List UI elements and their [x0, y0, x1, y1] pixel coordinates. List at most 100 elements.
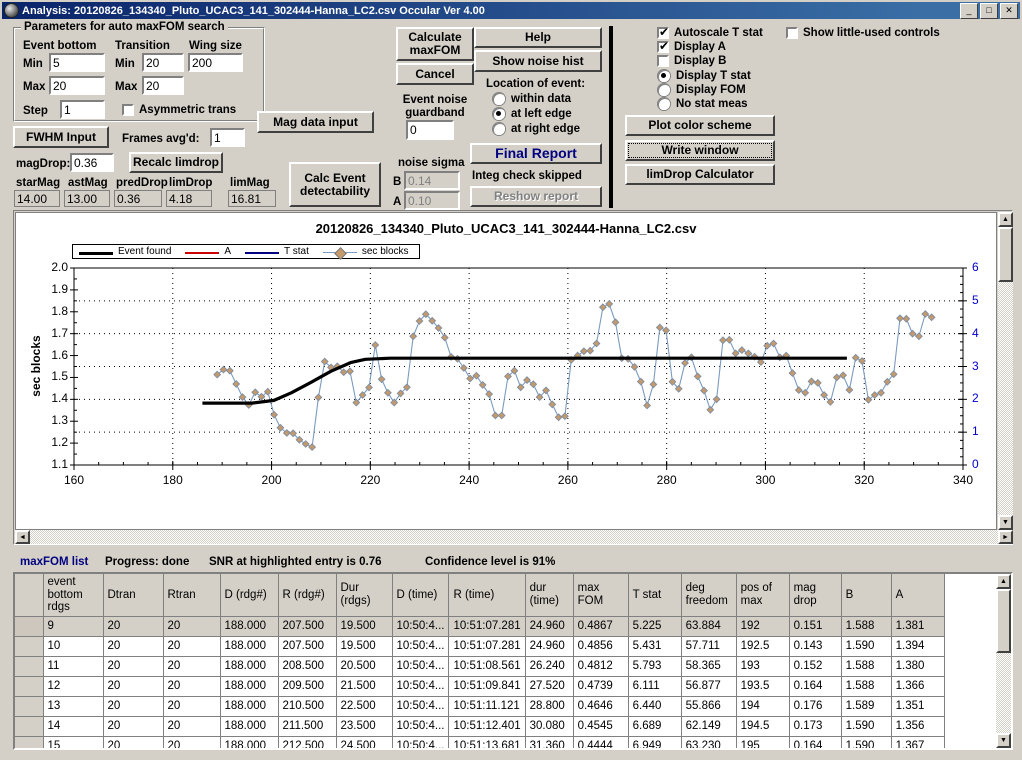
table-cell[interactable]: 10 — [43, 636, 104, 657]
table-cell[interactable]: 188.000 — [220, 736, 279, 748]
table-cell[interactable]: 11 — [43, 656, 104, 677]
table-cell[interactable]: 0.4856 — [573, 636, 629, 657]
table-cell[interactable]: 1.590 — [841, 716, 892, 737]
table-cell[interactable]: 22.500 — [336, 696, 393, 717]
table-cell[interactable]: 58.365 — [681, 656, 737, 677]
table-vscroll-thumb[interactable] — [996, 589, 1011, 653]
table-cell[interactable]: 10:51:07.281 — [448, 616, 526, 637]
help-button[interactable]: Help — [474, 27, 602, 48]
table-cell[interactable]: 209.500 — [278, 676, 337, 697]
table-cell[interactable]: 13 — [43, 696, 104, 717]
table-cell[interactable]: 5.431 — [628, 636, 682, 657]
table-cell[interactable]: 24.500 — [336, 736, 393, 748]
reshow-report-button[interactable]: Reshow report — [470, 186, 602, 207]
table-column-header[interactable]: Dur (rdgs) — [336, 574, 393, 617]
table-cell[interactable]: 193 — [736, 656, 790, 677]
table-cell[interactable]: 5.793 — [628, 656, 682, 677]
table-cell[interactable]: 1.380 — [891, 656, 945, 677]
event-bottom-min-input[interactable]: 5 — [49, 53, 105, 72]
table-row[interactable]: 9 20 20 188.000 207.500 19.500 10:50:4... 10:51… — [15, 616, 945, 637]
table-cell[interactable]: 56.877 — [681, 676, 737, 697]
table-cell[interactable]: 20 — [163, 736, 221, 748]
show-little-used-controls-checkbox[interactable]: Show little-used controls — [786, 27, 940, 39]
table-cell[interactable]: 10:50:4... — [392, 716, 450, 737]
table-row[interactable]: 15 20 20 188.000 212.500 24.500 10:50:4... 10:5… — [15, 736, 945, 748]
event-noise-guardband-input[interactable]: 0 — [406, 120, 454, 140]
table-cell[interactable]: 15 — [43, 736, 104, 748]
table-cell[interactable]: 1.394 — [891, 636, 945, 657]
table-cell[interactable]: 207.500 — [278, 636, 337, 657]
fwhm-input-button[interactable]: FWHM Input — [13, 126, 109, 148]
table-cell[interactable]: 21.500 — [336, 676, 393, 697]
table-cell[interactable]: 24.960 — [525, 616, 574, 637]
table-cell[interactable]: 10:51:11.121 — [448, 696, 526, 717]
table-row[interactable]: 14 20 20 188.000 211.500 23.500 10:50:4... 10:5… — [15, 716, 945, 737]
mag-data-input-button[interactable]: Mag data input — [257, 111, 374, 133]
table-cell[interactable]: 210.500 — [278, 696, 337, 717]
table-cell[interactable]: 20 — [163, 676, 221, 697]
table-cell[interactable]: 0.151 — [789, 616, 842, 637]
table-cell[interactable]: 27.520 — [525, 676, 574, 697]
table-column-header[interactable]: R (rdg#) — [278, 574, 337, 617]
table-cell[interactable]: 192.5 — [736, 636, 790, 657]
table-cell[interactable]: 26.240 — [525, 656, 574, 677]
recalc-limdrop-button[interactable]: Recalc limdrop — [129, 152, 223, 173]
table-cell[interactable]: 20 — [103, 716, 164, 737]
table-cell[interactable]: 188.000 — [220, 716, 279, 737]
table-cell[interactable]: 20 — [163, 616, 221, 637]
table-cell[interactable]: 0.4812 — [573, 656, 629, 677]
table-cell[interactable]: 195 — [736, 736, 790, 748]
table-cell[interactable]: 62.149 — [681, 716, 737, 737]
table-cell[interactable]: 20 — [163, 716, 221, 737]
table-cell[interactable]: 0.176 — [789, 696, 842, 717]
table-cell[interactable]: 188.000 — [220, 616, 279, 637]
table-cell[interactable]: 20 — [103, 696, 164, 717]
table-row-handle[interactable] — [15, 716, 44, 737]
table-cell[interactable]: 10:51:12.401 — [448, 716, 526, 737]
table-cell[interactable]: 10:51:13.681 — [448, 736, 526, 748]
chart-hscroll-track[interactable] — [30, 530, 998, 544]
table-cell[interactable]: 20 — [163, 636, 221, 657]
table-cell[interactable]: 1.588 — [841, 616, 892, 637]
table-vscrollbar[interactable]: ▲ ▼ — [996, 574, 1011, 748]
table-cell[interactable]: 30.080 — [525, 716, 574, 737]
radio-display-t-stat[interactable]: Display T stat — [658, 70, 751, 82]
table-row-handle[interactable] — [15, 636, 44, 657]
chart-hscrollbar[interactable]: ◄ ► — [15, 530, 1013, 544]
table-cell[interactable]: 10:51:08.561 — [448, 656, 526, 677]
table-cell[interactable]: 1.589 — [841, 696, 892, 717]
table-cell[interactable]: 14 — [43, 716, 104, 737]
calculate-maxfom-button[interactable]: Calculate maxFOM — [396, 27, 474, 61]
calc-event-detectability-button[interactable]: Calc Event detectability — [289, 162, 381, 207]
table-row[interactable]: 10 20 20 188.000 207.500 19.500 10:50:4... 10:5… — [15, 636, 945, 657]
close-button[interactable]: ✕ — [1000, 2, 1018, 19]
table-cell[interactable]: 20 — [163, 656, 221, 677]
maxfom-table[interactable]: event bottom rdgs Dtran Rtran D (rdg#) R (rd… — [15, 574, 945, 748]
table-cell[interactable]: 188.000 — [220, 636, 279, 657]
table-cell[interactable]: 0.173 — [789, 716, 842, 737]
magdrop-input[interactable]: 0.36 — [70, 153, 114, 172]
table-cell[interactable]: 0.4444 — [573, 736, 629, 748]
table-cell[interactable]: 10:50:4... — [392, 676, 450, 697]
table-cell[interactable]: 19.500 — [336, 616, 393, 637]
table-cell[interactable]: 6.111 — [628, 676, 682, 697]
table-cell[interactable]: 57.711 — [681, 636, 737, 657]
limdrop-calculator-button[interactable]: limDrop Calculator — [625, 164, 775, 185]
table-scroll-down-button[interactable]: ▼ — [996, 733, 1011, 748]
table-cell[interactable]: 193.5 — [736, 676, 790, 697]
cancel-button[interactable]: Cancel — [396, 63, 474, 85]
table-row-handle[interactable] — [15, 616, 44, 637]
table-cell[interactable]: 192 — [736, 616, 790, 637]
minimize-button[interactable]: _ — [960, 2, 978, 19]
chart-scroll-right-button[interactable]: ► — [998, 530, 1013, 544]
table-cell[interactable]: 10:51:09.841 — [448, 676, 526, 697]
table-row[interactable]: 13 20 20 188.000 210.500 22.500 10:50:4... 10:5… — [15, 696, 945, 717]
table-cell[interactable]: 0.152 — [789, 656, 842, 677]
table-cell[interactable]: 1.588 — [841, 676, 892, 697]
table-cell[interactable]: 0.164 — [789, 676, 842, 697]
table-cell[interactable]: 188.000 — [220, 656, 279, 677]
table-cell[interactable]: 1.590 — [841, 736, 892, 748]
table-cell[interactable]: 1.588 — [841, 656, 892, 677]
table-cell[interactable]: 20 — [103, 636, 164, 657]
radio-at-right-edge[interactable]: at right edge — [493, 123, 580, 135]
